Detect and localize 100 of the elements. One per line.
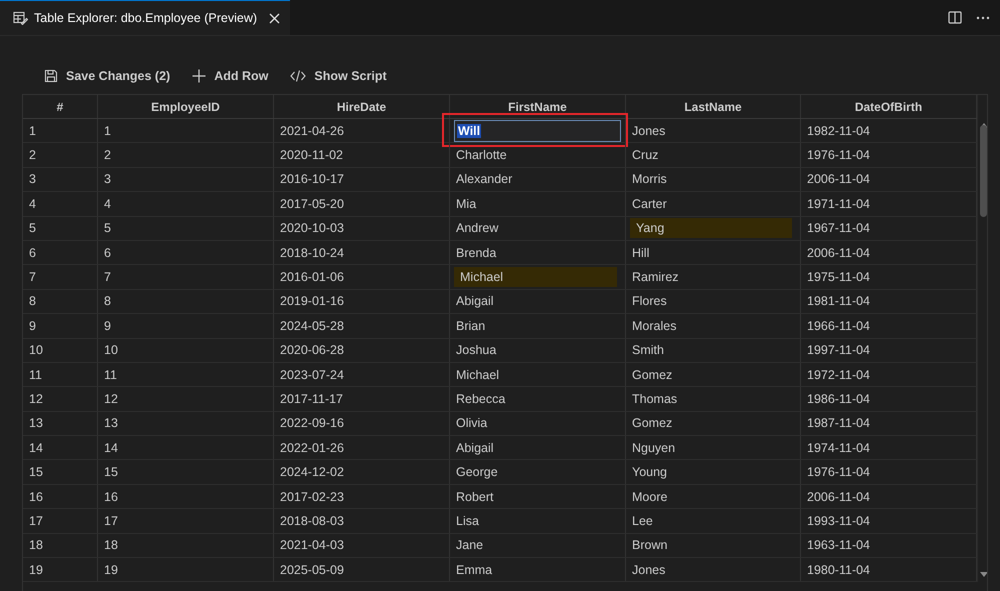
table-cell[interactable]: 18 xyxy=(102,538,118,552)
table-cell[interactable]: 2018-10-24 xyxy=(278,246,344,260)
table-cell[interactable]: 1972-11-04 xyxy=(805,368,870,382)
table-cell[interactable]: Cruz xyxy=(630,148,658,162)
table-cell[interactable]: Carter xyxy=(630,196,667,211)
split-editor-icon[interactable] xyxy=(948,11,962,24)
table-cell[interactable]: 1982-11-04 xyxy=(805,124,870,138)
table-cell[interactable]: Jones xyxy=(630,124,666,138)
table-cell[interactable]: 2017-11-17 xyxy=(278,392,344,406)
table-cell[interactable]: 15 xyxy=(102,465,118,480)
table-cell[interactable]: Young xyxy=(630,465,667,480)
table-cell[interactable]: Brown xyxy=(630,538,668,552)
table-cell[interactable]: Robert xyxy=(454,490,494,504)
table-cell[interactable]: 14 xyxy=(102,440,118,455)
table-cell[interactable]: 2023-07-24 xyxy=(278,368,344,382)
table-cell[interactable]: 1976-11-04 xyxy=(805,148,870,162)
table-cell[interactable]: 1975-11-04 xyxy=(805,270,870,284)
table-cell[interactable]: Andrew xyxy=(454,221,498,236)
table-cell[interactable]: 7 xyxy=(102,270,111,284)
table-cell[interactable]: 1 xyxy=(102,124,111,138)
table-cell[interactable]: 4 xyxy=(102,196,111,211)
table-cell[interactable]: 2022-09-16 xyxy=(278,416,344,430)
table-cell[interactable]: 2020-11-02 xyxy=(278,148,344,162)
table-cell[interactable]: 2016-01-06 xyxy=(278,270,344,284)
table-cell[interactable]: 2006-11-04 xyxy=(805,172,870,186)
table-cell[interactable]: Gomez xyxy=(630,368,672,382)
table-cell[interactable]: 10 xyxy=(102,343,118,358)
table-cell[interactable]: 1981-11-04 xyxy=(805,294,870,308)
table-cell[interactable]: 1966-11-04 xyxy=(805,318,870,333)
table-cell[interactable]: 3 xyxy=(102,172,111,186)
table-cell[interactable]: 2024-12-02 xyxy=(278,465,344,480)
table-cell[interactable]: Abigail xyxy=(454,294,494,308)
table-cell[interactable]: 1976-11-04 xyxy=(805,465,870,480)
table-cell[interactable]: 2006-11-04 xyxy=(805,490,870,504)
table-cell[interactable]: Michael xyxy=(454,368,500,382)
table-cell[interactable]: Mia xyxy=(454,196,476,211)
column-header[interactable]: LastName xyxy=(626,95,801,118)
table-cell[interactable]: Flores xyxy=(630,294,667,308)
more-actions-icon[interactable] xyxy=(976,16,990,20)
table-cell[interactable]: Alexander xyxy=(454,172,512,186)
column-header[interactable]: # xyxy=(23,95,98,118)
editor-tab[interactable]: Table Explorer: dbo.Employee (Preview) xyxy=(0,0,290,35)
table-cell[interactable]: 2024-05-28 xyxy=(278,318,344,333)
table-cell[interactable]: Hill xyxy=(630,246,650,260)
table-cell[interactable]: 13 xyxy=(102,416,118,430)
table-cell[interactable]: 2006-11-04 xyxy=(805,246,870,260)
cell-editor[interactable]: Will xyxy=(454,120,621,142)
table-cell[interactable]: 1967-11-04 xyxy=(805,221,870,236)
table-cell[interactable]: Ramirez xyxy=(630,270,679,284)
table-cell[interactable]: 1993-11-04 xyxy=(805,514,870,528)
table-cell[interactable]: Morales xyxy=(630,318,676,333)
modified-cell[interactable]: Yang xyxy=(630,218,792,238)
table-cell[interactable]: Rebecca xyxy=(454,392,506,406)
script-button[interactable]: Show Script xyxy=(282,65,395,87)
add-button[interactable]: Add Row xyxy=(184,65,276,87)
table-cell[interactable]: 9 xyxy=(102,318,111,333)
table-cell[interactable]: 2018-08-03 xyxy=(278,514,344,528)
table-cell[interactable]: 8 xyxy=(102,294,111,308)
table-cell[interactable]: Olivia xyxy=(454,416,488,430)
table-cell[interactable]: Moore xyxy=(630,490,668,504)
table-cell[interactable]: 1974-11-04 xyxy=(805,440,870,455)
column-header[interactable]: EmployeeID xyxy=(98,95,274,118)
table-cell[interactable]: 19 xyxy=(102,562,118,577)
table-cell[interactable]: 1986-11-04 xyxy=(805,392,870,406)
table-cell[interactable]: George xyxy=(454,465,498,480)
table-cell[interactable]: Emma xyxy=(454,562,492,577)
table-cell[interactable]: Jane xyxy=(454,538,484,552)
table-cell[interactable]: 2 xyxy=(102,148,111,162)
table-cell[interactable]: Morris xyxy=(630,172,667,186)
table-cell[interactable]: 2019-01-16 xyxy=(278,294,344,308)
table-cell[interactable]: 2021-04-26 xyxy=(278,124,344,138)
table-cell[interactable]: 1963-11-04 xyxy=(805,538,870,552)
table-cell[interactable]: 2017-05-20 xyxy=(278,196,344,211)
table-cell[interactable]: 1987-11-04 xyxy=(805,416,870,430)
table-cell[interactable]: Jones xyxy=(630,562,666,577)
close-icon[interactable] xyxy=(269,12,280,24)
table-cell[interactable]: Lisa xyxy=(454,514,479,528)
table-cell[interactable]: Charlotte xyxy=(454,148,507,162)
table-cell[interactable]: 17 xyxy=(102,514,118,528)
column-header[interactable]: FirstName xyxy=(450,95,626,118)
table-cell[interactable]: Abigail xyxy=(454,440,494,455)
table-cell[interactable]: 2025-05-09 xyxy=(278,562,344,577)
table-cell[interactable]: 12 xyxy=(102,392,118,406)
vertical-scrollbar[interactable] xyxy=(977,95,987,582)
table-cell[interactable]: Gomez xyxy=(630,416,672,430)
table-cell[interactable]: Smith xyxy=(630,343,664,358)
table-cell[interactable]: 1971-11-04 xyxy=(805,196,870,211)
table-cell[interactable]: 2020-06-28 xyxy=(278,343,344,358)
table-cell[interactable]: 11 xyxy=(102,368,117,382)
table-cell[interactable]: Brenda xyxy=(454,246,496,260)
table-cell[interactable]: Joshua xyxy=(454,343,496,358)
table-cell[interactable]: Lee xyxy=(630,514,653,528)
table-cell[interactable]: Thomas xyxy=(630,392,678,406)
table-cell[interactable]: 5 xyxy=(102,221,111,236)
table-cell[interactable]: Nguyen xyxy=(630,440,676,455)
table-cell[interactable]: 16 xyxy=(102,490,118,504)
table-cell[interactable]: 2017-02-23 xyxy=(278,490,344,504)
table-cell[interactable]: 2020-10-03 xyxy=(278,221,344,236)
table-cell[interactable]: 1997-11-04 xyxy=(805,343,870,358)
save-button[interactable]: Save Changes (2) xyxy=(36,65,178,87)
